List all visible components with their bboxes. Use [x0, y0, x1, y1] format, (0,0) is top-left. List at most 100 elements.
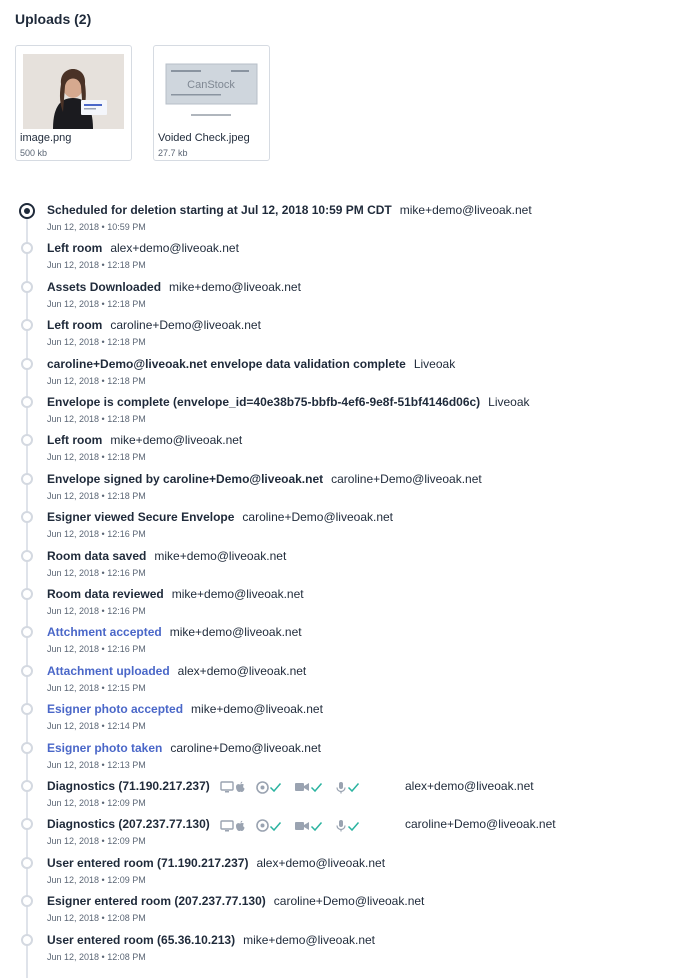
event-title: Left room	[47, 318, 103, 333]
upload-card-image[interactable]: image.png 500 kb	[15, 45, 132, 161]
event-line: caroline+Demo@liveoak.net envelope data …	[47, 357, 455, 371]
event-line: Esigner photo accepted mike+demo@liveoak.…	[47, 702, 323, 716]
event-actor: mike+demo@liveoak.net	[243, 932, 376, 947]
event-marker	[21, 818, 33, 831]
event-title: Scheduled for deletion starting at Jul 1…	[47, 203, 392, 217]
event-line: Attchment accepted mike+demo@liveoak.net	[47, 625, 302, 639]
event-line: Scheduled for deletion starting at Jul 1…	[47, 203, 532, 217]
event-actor: alex+demo@liveoak.net	[110, 241, 239, 256]
timeline-event: Diagnostics (71.190.217.237) alex+demo@li…	[0, 768, 682, 808]
event-actor: mike+demo@liveoak.net	[169, 279, 301, 294]
apple-icon	[235, 820, 245, 831]
timeline-event: Envelope is complete (envelope_id=40e38b…	[0, 384, 682, 424]
event-title: Room data saved	[47, 548, 147, 563]
file-size: 500 kb	[20, 148, 48, 158]
event-title: Envelope is complete (envelope_id=40e38b…	[47, 395, 481, 409]
event-timestamp: Jun 12, 2018 • 12:08 PM	[47, 951, 146, 962]
diagnostics-icons	[220, 818, 360, 833]
event-line: Attachment uploaded alex+demo@liveoak.net	[47, 664, 306, 678]
timeline-event: Left room mike+demo@liveoak.net Jun 12, 20…	[0, 422, 682, 462]
check-icon	[310, 783, 322, 793]
event-marker	[21, 511, 33, 524]
event-marker	[21, 472, 33, 485]
timeline-event: Diagnostics (207.237.77.130) caroline+Dem…	[0, 806, 682, 846]
timeline-event: Esigner photo accepted mike+demo@liveoak.…	[0, 691, 682, 731]
event-actor: mike+demo@liveoak.net	[169, 625, 302, 640]
event-title: Envelope signed by caroline+Demo@liveoak…	[47, 471, 324, 486]
event-marker	[21, 741, 33, 754]
event-marker	[21, 549, 33, 562]
event-title: Room data reviewed	[47, 587, 164, 601]
timeline-event: Attachment uploaded alex+demo@liveoak.net…	[0, 653, 682, 693]
event-title: Esigner viewed Secure Envelope	[47, 510, 235, 525]
event-actor: caroline+Demo@liveoak.net	[331, 471, 482, 486]
event-marker	[21, 588, 33, 600]
image-thumbnail	[23, 54, 124, 129]
event-marker	[21, 703, 33, 716]
diagnostics-icons	[220, 780, 360, 794]
computer-icon	[220, 820, 234, 832]
check-icon	[269, 821, 281, 831]
timeline-event: User entered room (65.36.10.213) mike+dem…	[0, 922, 682, 962]
event-actor: caroline+Demo@liveoak.net	[405, 817, 556, 832]
event-title: Assets Downloaded	[47, 279, 162, 294]
event-actor: alex+demo@liveoak.net	[177, 663, 307, 678]
event-actor: caroline+Demo@liveoak.net	[170, 740, 321, 755]
event-marker	[21, 357, 33, 370]
event-line: Esigner viewed Secure Envelope caroline+D…	[47, 510, 393, 524]
event-marker	[21, 280, 33, 293]
event-actor: alex+demo@liveoak.net	[405, 779, 534, 793]
upload-card-voided-check[interactable]: CanStock Voided Check.jpeg 27.7 kb	[153, 45, 270, 161]
event-line: Envelope is complete (envelope_id=40e38b…	[47, 395, 530, 409]
event-marker	[21, 434, 33, 447]
event-marker	[21, 933, 33, 946]
event-marker	[21, 895, 33, 908]
event-actor: caroline+Demo@liveoak.net	[273, 894, 425, 909]
event-marker	[21, 319, 33, 332]
event-title: Left room	[47, 433, 103, 448]
event-title: Esigner entered room (207.237.77.130)	[47, 894, 266, 909]
event-actor: mike+demo@liveoak.net	[171, 587, 304, 601]
event-title-link[interactable]: Attchment accepted	[47, 625, 162, 639]
event-title-link[interactable]: Esigner photo accepted	[47, 702, 183, 716]
event-line: User entered room (65.36.10.213) mike+dem…	[47, 933, 375, 947]
timeline-event: Left room alex+demo@liveoak.net Jun 12, 20…	[0, 230, 682, 270]
event-marker	[21, 664, 33, 677]
event-actor: caroline+Demo@liveoak.net	[110, 318, 261, 333]
event-line: Envelope signed by caroline+Demo@liveoak…	[47, 472, 482, 486]
current-event-marker	[19, 203, 35, 219]
event-actor: Liveoak	[413, 356, 456, 371]
file-size: 27.7 kb	[158, 148, 188, 158]
event-line: Left room alex+demo@liveoak.net	[47, 241, 239, 255]
event-actor: mike+demo@liveoak.net	[399, 203, 532, 217]
event-title-link[interactable]: Attachment uploaded	[47, 664, 170, 678]
apple-icon	[235, 782, 245, 793]
event-actor: mike+demo@liveoak.net	[110, 433, 243, 448]
event-line: Esigner entered room (207.237.77.130) car…	[47, 894, 424, 908]
check-icon	[347, 783, 359, 793]
event-line: Left room mike+demo@liveoak.net	[47, 433, 242, 447]
timeline-event: Left room caroline+Demo@liveoak.net Jun 12…	[0, 307, 682, 347]
chrome-icon	[255, 781, 269, 794]
event-marker	[21, 242, 33, 255]
timeline-event: Esigner entered room (207.237.77.130) car…	[0, 883, 682, 923]
camera-icon	[294, 783, 309, 792]
file-name: image.png	[20, 132, 72, 144]
camera-icon	[294, 821, 309, 830]
timeline-event: Esigner photo taken caroline+Demo@liveoak…	[0, 730, 682, 770]
event-line: Room data reviewed mike+demo@liveoak.net	[47, 587, 304, 601]
event-actor: Liveoak	[488, 395, 530, 409]
event-title: Left room	[47, 241, 103, 256]
event-title-link[interactable]: Esigner photo taken	[47, 741, 162, 755]
computer-icon	[220, 781, 234, 793]
timeline-event: Room data saved mike+demo@liveoak.net Jun …	[0, 538, 682, 578]
watermark-text: CanStock	[187, 79, 235, 91]
timeline-event: caroline+Demo@liveoak.net envelope data …	[0, 346, 682, 386]
check-thumbnail: CanStock	[161, 54, 262, 129]
event-line: User entered room (71.190.217.237) alex+d…	[47, 856, 385, 870]
event-title: Diagnostics (207.237.77.130)	[47, 817, 210, 832]
timeline-event: Room data reviewed mike+demo@liveoak.net J…	[0, 576, 682, 616]
file-name: Voided Check.jpeg	[158, 132, 250, 144]
timeline-event: Esigner viewed Secure Envelope caroline+D…	[0, 499, 682, 539]
check-icon	[310, 821, 322, 831]
